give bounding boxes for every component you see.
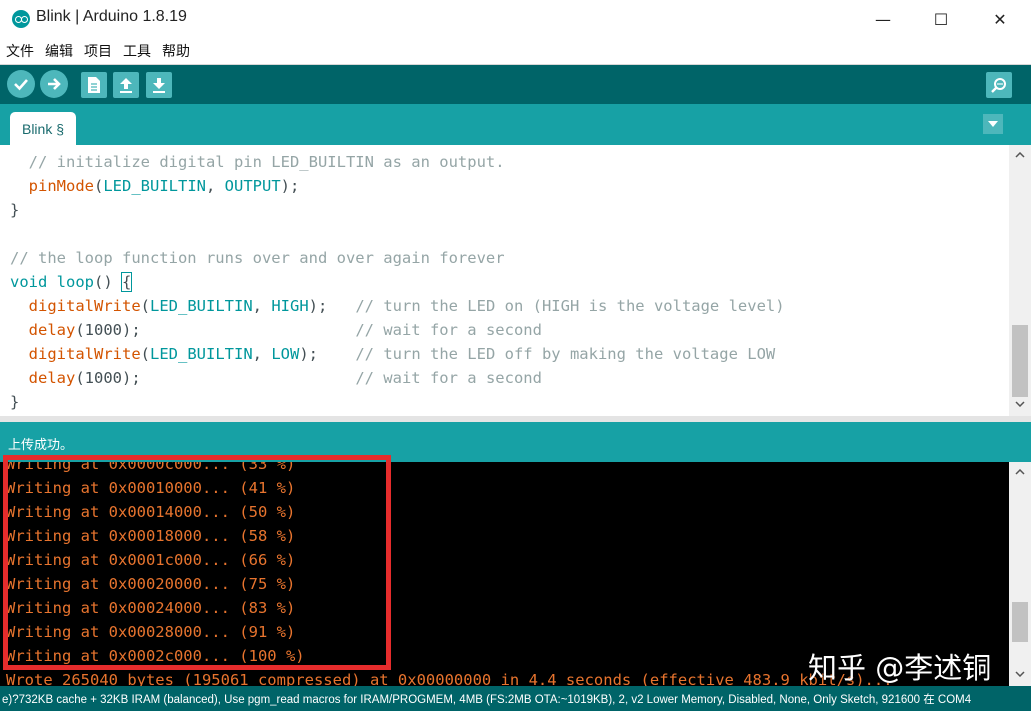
verify-icon (14, 79, 28, 91)
code-line: } (10, 201, 20, 219)
code-line: } (10, 393, 20, 411)
menu-file[interactable]: 文件 (6, 41, 34, 61)
tab-blink[interactable]: Blink § (10, 112, 76, 145)
save-icon (153, 78, 165, 93)
tab-menu-button[interactable] (983, 114, 1003, 134)
menu-tools[interactable]: 工具 (123, 41, 151, 61)
code-line: digitalWrite(LED_BUILTIN, HIGH); // turn… (28, 297, 785, 315)
board-info-bar: e)?732KB cache + 32KB IRAM (balanced), U… (0, 686, 1031, 711)
editor-scroll-thumb[interactable] (1012, 325, 1028, 397)
code-line: void loop() { (10, 272, 133, 292)
code-editor[interactable]: // initialize digital pin LED_BUILTIN as… (0, 145, 1009, 416)
save-button[interactable] (146, 72, 172, 98)
menu-sketch[interactable]: 项目 (84, 41, 112, 61)
menu-help[interactable]: 帮助 (162, 41, 190, 61)
maximize-button[interactable]: ☐ (910, 0, 972, 38)
console-scroll-thumb[interactable] (1012, 602, 1028, 642)
scroll-up-icon[interactable] (1009, 147, 1031, 163)
close-button[interactable]: ✕ (969, 0, 1031, 38)
menu-bar: 文件 编辑 项目 工具 帮助 (0, 38, 1031, 65)
tab-bar: Blink § (0, 104, 1031, 145)
open-icon (120, 78, 132, 93)
code-line: delay(1000); // wait for a second (28, 369, 542, 387)
open-button[interactable] (113, 72, 139, 98)
scroll-down-icon[interactable] (1009, 396, 1031, 412)
serial-monitor-button[interactable] (986, 72, 1012, 98)
console-scroll-down-icon[interactable] (1009, 666, 1031, 682)
console-line: Wrote 265040 bytes (195061 compressed) a… (6, 671, 893, 686)
editor-scrollbar[interactable] (1009, 145, 1031, 416)
status-message: 上传成功。 (8, 438, 74, 453)
verify-button[interactable] (7, 70, 35, 98)
window-title: Blink | Arduino 1.8.19 (36, 8, 187, 25)
new-icon (88, 77, 100, 93)
code-line: // the loop function runs over and over … (10, 249, 505, 267)
code-line: delay(1000); // wait for a second (28, 321, 542, 339)
console-scroll-up-icon[interactable] (1009, 464, 1031, 480)
minimize-button[interactable]: — (852, 0, 914, 38)
upload-icon (48, 78, 61, 90)
upload-button[interactable] (40, 70, 68, 98)
title-bar: Blink | Arduino 1.8.19 — ☐ ✕ (0, 0, 1031, 38)
console-scrollbar[interactable] (1009, 462, 1031, 686)
code-line: digitalWrite(LED_BUILTIN, LOW); // turn … (28, 345, 776, 363)
toolbar (0, 65, 1031, 104)
watermark: 知乎 @李述铜 (808, 651, 992, 685)
board-config-text: e)?732KB cache + 32KB IRAM (balanced), U… (2, 694, 972, 706)
menu-edit[interactable]: 编辑 (45, 41, 73, 61)
chevron-down-icon (988, 121, 998, 127)
serial-monitor-icon (991, 78, 1006, 93)
code-line: // initialize digital pin LED_BUILTIN as… (28, 153, 505, 171)
annotation-highlight-box (3, 455, 391, 670)
arduino-logo-icon (12, 10, 30, 28)
code-line: pinMode(LED_BUILTIN, OUTPUT); (28, 177, 300, 195)
new-button[interactable] (81, 72, 107, 98)
